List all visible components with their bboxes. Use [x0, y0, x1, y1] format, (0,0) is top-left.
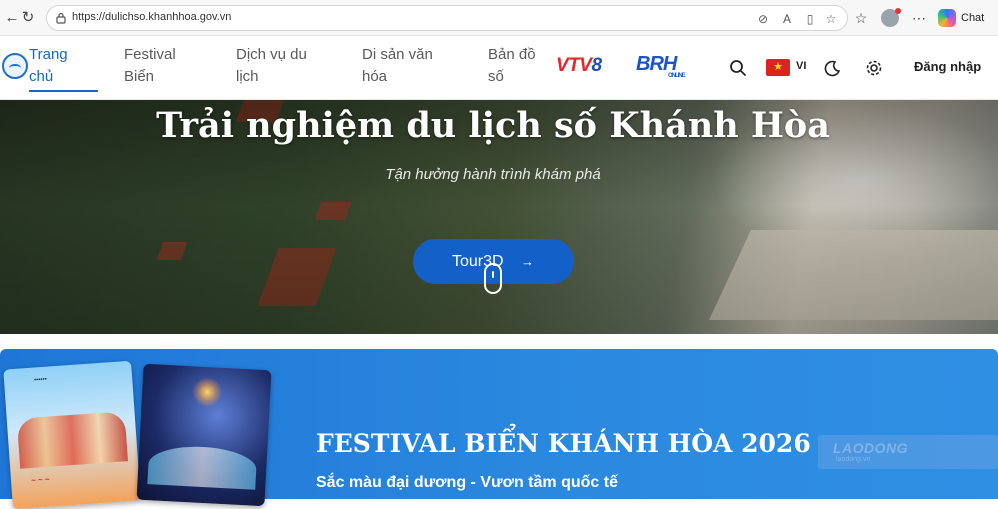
laodong-watermark: LAODONG laodong.vn — [818, 435, 998, 469]
nav-label: Dịch vụ du — [236, 46, 307, 63]
chat-label: Chat — [961, 12, 985, 24]
nav-label: số — [488, 68, 504, 85]
watermark-site: laodong.vn — [836, 456, 871, 463]
browser-toolbar: ← ↻ https://dulichso.khanhhoa.gov.vn ⊘ A… — [0, 0, 998, 36]
nav-item-digital-map[interactable]: Bản đồ số — [488, 44, 536, 88]
scroll-mouse-icon — [484, 263, 502, 294]
nav-label: hóa — [362, 68, 388, 85]
brh-logo-tag: ONLINE — [668, 73, 686, 79]
stage-lights-graphic — [147, 444, 258, 490]
festival-night-poster-image[interactable] — [136, 363, 272, 507]
settings-gear-icon[interactable] — [863, 57, 885, 79]
address-bar[interactable]: https://dulichso.khanhhoa.gov.vn ⊘ A ▯ ☆ — [46, 5, 848, 31]
vtv8-logo[interactable]: VTV8 — [556, 55, 602, 77]
url-text[interactable]: https://dulichso.khanhhoa.gov.vn — [72, 11, 231, 23]
site-header: Trang chủ Festival Biển Dịch vụ du lịch … — [0, 36, 998, 100]
vietnam-flag-icon[interactable]: ★ — [766, 59, 790, 76]
favorites-list-icon[interactable]: ☆ — [851, 8, 871, 28]
hero-banner: Trải nghiệm du lịch số Khánh Hòa Tận hưở… — [0, 100, 998, 334]
festival-banner[interactable]: ▪▪▪▪▪▪ ~ ~ ~ FESTIVAL BIỂN KHÁNH HÒA 202… — [0, 349, 998, 509]
search-icon[interactable] — [727, 57, 749, 79]
more-icon[interactable]: ⋯ — [909, 8, 929, 28]
active-nav-indicator — [29, 90, 98, 92]
poster-header-graphic: ▪▪▪▪▪▪ — [33, 376, 48, 384]
nav-label: Trang — [29, 46, 68, 63]
language-selector[interactable]: VI — [796, 60, 806, 72]
copilot-chat-button[interactable]: Chat — [938, 7, 984, 29]
nav-item-home[interactable]: Trang chủ — [29, 44, 68, 88]
nav-item-tourism-services[interactable]: Dịch vụ du lịch — [236, 44, 307, 88]
nav-item-cultural-heritage[interactable]: Di sản văn hóa — [362, 44, 433, 88]
reader-mode-icon[interactable]: ▯ — [802, 11, 818, 27]
reload-icon[interactable]: ↻ — [18, 8, 38, 28]
login-link[interactable]: Đăng nhập — [914, 59, 981, 74]
brh-logo-text: BRH — [636, 53, 677, 75]
brh-logo[interactable]: BRH ONLINE — [636, 53, 686, 79]
festival-poster-image[interactable]: ▪▪▪▪▪▪ ~ ~ ~ — [3, 360, 141, 509]
nav-item-festival[interactable]: Festival Biển — [124, 44, 176, 88]
nav-label: lịch — [236, 68, 259, 85]
hero-subtitle: Tận hưởng hành trình khám phá — [385, 166, 601, 183]
profile-icon[interactable] — [881, 8, 901, 27]
poster-title-graphic: ~ ~ ~ — [30, 474, 50, 485]
dark-mode-moon-icon[interactable] — [821, 57, 843, 79]
favorite-star-icon[interactable]: ☆ — [823, 11, 839, 27]
copilot-icon — [938, 9, 956, 27]
site-logo[interactable] — [2, 53, 28, 79]
arrow-right-icon: → — [521, 254, 534, 269]
festival-title: FESTIVAL BIỂN KHÁNH HÒA 2026 — [316, 429, 811, 458]
vtv8-logo-text: VTV — [556, 55, 592, 76]
watermark-name: LAODONG — [833, 440, 909, 456]
nav-label: chủ — [29, 68, 54, 85]
nav-label: Festival — [124, 46, 176, 63]
hero-title: Trải nghiệm du lịch số Khánh Hòa — [156, 105, 830, 146]
fireworks-graphic — [191, 376, 224, 408]
festival-subtitle: Sắc màu đại dương - Vươn tầm quốc tế — [316, 474, 618, 491]
poster-performers-graphic — [16, 411, 128, 469]
tracking-prevention-icon[interactable]: ⊘ — [755, 11, 771, 27]
nav-label: Bản đồ — [488, 46, 536, 63]
nav-label: Biển — [124, 68, 155, 85]
read-aloud-icon[interactable]: A — [779, 11, 795, 27]
vtv8-logo-number: 8 — [591, 55, 602, 76]
site-info-icon[interactable] — [55, 12, 67, 24]
nav-label: Di sản văn — [362, 46, 433, 63]
